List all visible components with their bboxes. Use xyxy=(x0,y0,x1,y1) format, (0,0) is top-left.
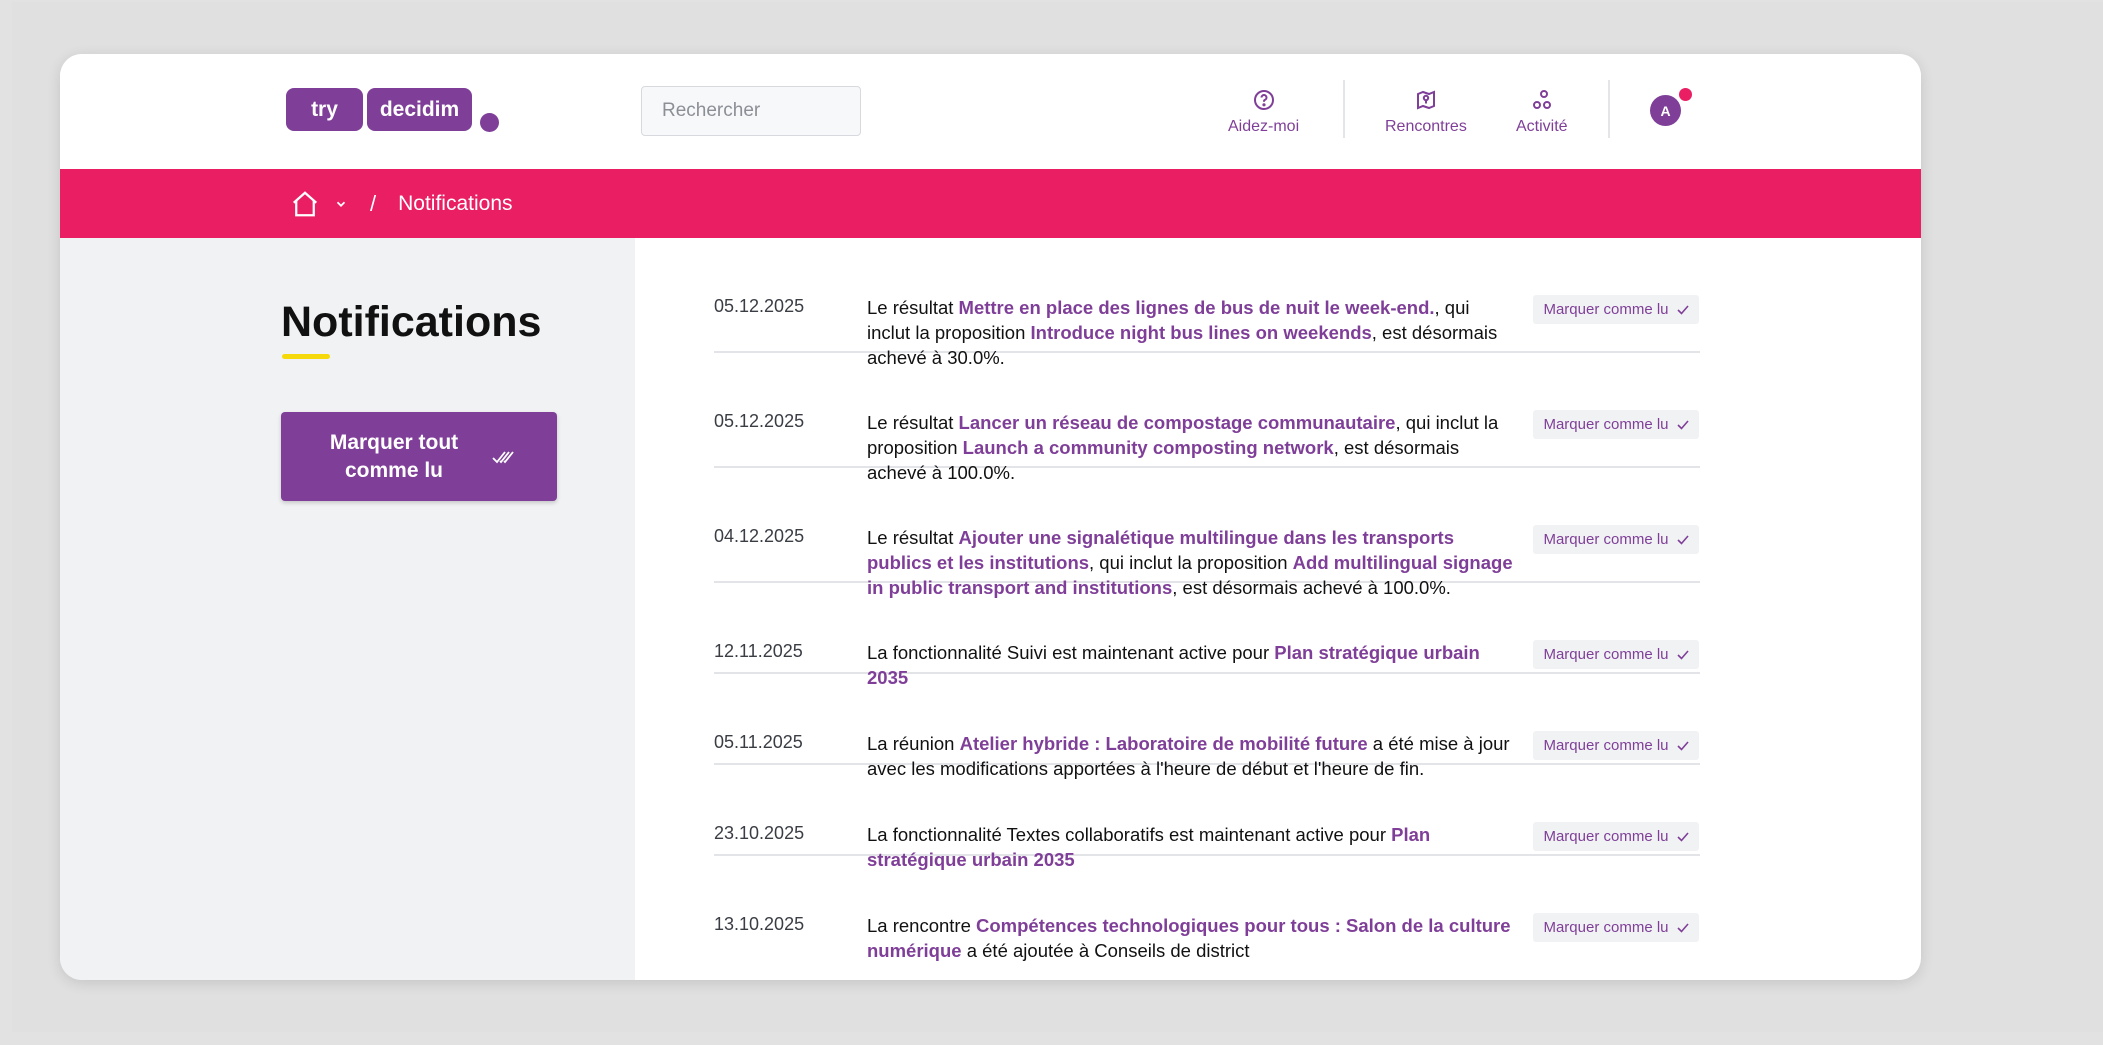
notification-text-fragment: Le résultat xyxy=(867,412,959,433)
chevron-down-icon[interactable] xyxy=(334,197,348,211)
notification-row: 05.11.2025 La réunion Atelier hybride : L… xyxy=(714,674,1700,779)
mark-as-read-button[interactable]: Marquer comme lu xyxy=(1533,410,1699,439)
nav-activity[interactable]: Activité xyxy=(1516,88,1568,136)
mark-all-read-button[interactable]: Marquer tout comme lu xyxy=(281,412,557,501)
mark-as-read-label: Marquer comme lu xyxy=(1543,646,1669,663)
notification-text-fragment: Le résultat xyxy=(867,297,959,318)
notification-row: 05.12.2025 Le résultat Lancer un réseau d… xyxy=(714,353,1700,483)
notification-row: 12.11.2025 La fonctionnalité Suivi est ma… xyxy=(714,583,1700,688)
nav-help-label: Aidez-moi xyxy=(1228,118,1300,135)
notification-link[interactable]: Introduce night bus lines on weekends xyxy=(1031,322,1372,343)
mark-all-read-label: Marquer tout comme lu xyxy=(329,430,459,482)
notification-row: 13.10.2025 La rencontre Compétences techn… xyxy=(714,856,1700,961)
home-icon[interactable] xyxy=(290,189,320,219)
notification-text-fragment: La fonctionnalité Textes collaboratifs e… xyxy=(867,824,1392,845)
check-icon xyxy=(1676,304,1689,315)
mark-as-read-label: Marquer comme lu xyxy=(1543,531,1669,548)
mark-as-read-label: Marquer comme lu xyxy=(1543,828,1669,845)
notification-text: La rencontre Compétences technologiques … xyxy=(867,913,1517,963)
notification-date: 05.12.2025 xyxy=(714,411,805,431)
mark-as-read-label: Marquer comme lu xyxy=(1543,919,1669,936)
double-check-icon xyxy=(492,450,514,463)
check-icon xyxy=(1676,534,1689,545)
logo[interactable]: try decidim xyxy=(286,88,499,132)
activity-icon xyxy=(1532,90,1551,109)
notification-dot xyxy=(1679,88,1692,101)
nav-meetings-label: Rencontres xyxy=(1385,118,1467,135)
check-icon xyxy=(1676,419,1689,430)
breadcrumb: / Notifications xyxy=(60,169,1921,238)
notification-text-fragment: , qui inclut la proposition xyxy=(1089,552,1293,573)
mark-as-read-button[interactable]: Marquer comme lu xyxy=(1533,731,1699,760)
mark-as-read-button[interactable]: Marquer comme lu xyxy=(1533,525,1699,554)
question-circle-icon xyxy=(1253,90,1274,110)
breadcrumb-separator: / xyxy=(370,190,377,216)
title-underline xyxy=(282,354,330,359)
check-icon xyxy=(1676,831,1689,842)
logo-try: try xyxy=(286,88,363,131)
mark-as-read-label: Marquer comme lu xyxy=(1543,301,1669,318)
notification-row: 23.10.2025 La fonctionnalité Textes colla… xyxy=(714,765,1700,870)
avatar[interactable]: A xyxy=(1650,95,1681,126)
search-box xyxy=(641,86,907,136)
check-icon xyxy=(1676,740,1689,751)
check-icon xyxy=(1676,649,1689,660)
notification-text-fragment: Le résultat xyxy=(867,527,959,548)
check-icon xyxy=(1676,922,1689,933)
mark-as-read-label: Marquer comme lu xyxy=(1543,737,1669,754)
notification-text-fragment: La réunion xyxy=(867,733,960,754)
nav-activity-label: Activité xyxy=(1516,118,1568,135)
nav-divider xyxy=(1608,80,1610,138)
nav-divider xyxy=(1343,80,1345,138)
sidebar: Notifications Marquer tout comme lu xyxy=(60,238,635,980)
notification-text-fragment: a été ajoutée à Conseils de district xyxy=(961,940,1250,961)
logo-dot xyxy=(480,113,499,132)
nav-help[interactable]: Aidez-moi xyxy=(1228,88,1299,136)
notification-date: 13.10.2025 xyxy=(714,914,805,934)
mark-as-read-button[interactable]: Marquer comme lu xyxy=(1533,640,1699,669)
logo-decidim: decidim xyxy=(367,88,472,131)
app-window: try decidim Aidez-moi Rencontres xyxy=(60,54,1921,980)
breadcrumb-current: Notifications xyxy=(398,191,513,215)
search-input[interactable] xyxy=(662,100,907,122)
notification-date: 23.10.2025 xyxy=(714,823,805,843)
notification-date: 05.11.2025 xyxy=(714,732,803,752)
notification-row: 05.12.2025 Le résultat Mettre en place de… xyxy=(714,238,1700,368)
nav-meetings[interactable]: Rencontres xyxy=(1385,88,1467,136)
mark-as-read-button[interactable]: Marquer comme lu xyxy=(1533,913,1699,942)
notification-link[interactable]: Mettre en place des lignes de bus de nui… xyxy=(959,297,1435,318)
notification-date: 05.12.2025 xyxy=(714,296,805,316)
notification-link[interactable]: Launch a community composting network xyxy=(963,437,1334,458)
map-pin-icon xyxy=(1416,90,1435,110)
notification-date: 04.12.2025 xyxy=(714,526,805,546)
mark-as-read-button[interactable]: Marquer comme lu xyxy=(1533,822,1699,851)
notification-text-fragment: La fonctionnalité Suivi est maintenant a… xyxy=(867,642,1275,663)
mark-as-read-button[interactable]: Marquer comme lu xyxy=(1533,295,1699,324)
notification-link[interactable]: Atelier hybride : Laboratoire de mobilit… xyxy=(960,733,1368,754)
notification-date: 12.11.2025 xyxy=(714,641,803,661)
notification-link[interactable]: Lancer un réseau de compostage communaut… xyxy=(959,412,1396,433)
page-title: Notifications xyxy=(281,298,542,346)
notification-text-fragment: La rencontre xyxy=(867,915,977,936)
header: try decidim Aidez-moi Rencontres xyxy=(60,54,1921,169)
notification-row: 04.12.2025 Le résultat Ajouter une signal… xyxy=(714,468,1700,598)
mark-as-read-label: Marquer comme lu xyxy=(1543,416,1669,433)
